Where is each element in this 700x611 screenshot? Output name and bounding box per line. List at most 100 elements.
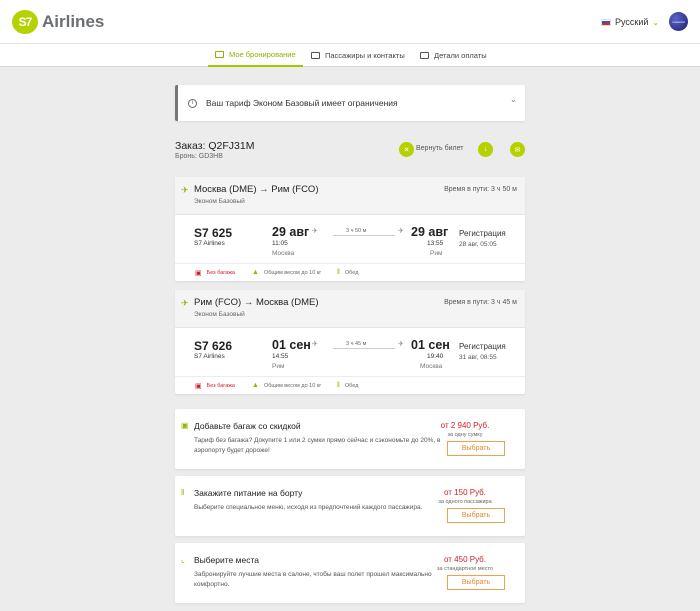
travel-time: Время в пути: 3 ч 45 м (444, 299, 517, 306)
flight-number: S7 626 (194, 339, 233, 353)
feature-label: Без багажа (206, 270, 235, 276)
takeoff-icon: ✈ (312, 228, 318, 235)
hand-luggage-icon: ▲ (252, 382, 259, 389)
flight-duration: 3 ч 50 м (346, 228, 367, 234)
seat-icon: ⌞ (181, 555, 185, 564)
info-icon: i (188, 98, 197, 108)
departure-date: 01 сен (272, 338, 311, 352)
feature-label: Общим весом до 10 кг (263, 382, 322, 389)
tab-my-booking[interactable]: Мое бронирование (208, 44, 303, 67)
feature-meal: ‖ Обед (337, 382, 358, 389)
flight-header: ✈ Рим (FCO) → Москва (DME) Эконом Базовы… (175, 290, 525, 328)
no-baggage-icon: ▣ (195, 383, 202, 390)
arrival-city: Рим (430, 250, 443, 257)
offer-description: Забронируйте лучшие места в салоне, чтоб… (194, 571, 432, 588)
offer-price-unit: за одну сумку (447, 432, 483, 438)
offer-title: Выберите места (194, 555, 259, 565)
tab-passengers[interactable]: Пассажиры и контакты (311, 44, 405, 67)
tab-label: Мое бронирование (229, 50, 296, 59)
feature-label: Общим весом до 10 кг (263, 269, 322, 276)
offer-meal: ‖ Закажите питание на борту Выберите спе… (175, 476, 525, 536)
id-card-icon (311, 52, 320, 59)
feature-no-baggage: ▣ Без багажа (195, 269, 235, 277)
s7-logo[interactable]: S7 Airlines (12, 10, 104, 34)
select-baggage-button[interactable]: Выбрать (447, 441, 505, 456)
meal-icon: ‖ (181, 488, 185, 497)
logo-text: Airlines (42, 12, 105, 31)
top-header: S7 Airlines Русский ⌄ oneworld (0, 0, 700, 44)
flight-features: ▣ Без багажа ▲ Общим весом до 10 кг ‖ Обед (175, 376, 525, 394)
tab-payment[interactable]: Детали оплаты (420, 44, 487, 67)
flight-number: S7 625 (194, 226, 233, 240)
fare-class: Эконом Базовый (194, 311, 245, 318)
offer-title: Закажите питание на борту (194, 488, 303, 498)
notice-text: Ваш тариф Эконом Базовый имеет ограничен… (206, 98, 398, 108)
registration-label: Регистрация (459, 229, 506, 238)
departure-city: Москва (272, 250, 295, 257)
refund-ticket-link[interactable]: Вернуть билет (416, 145, 464, 152)
russia-flag-icon (601, 18, 611, 26)
tab-label: Пассажиры и контакты (325, 51, 405, 60)
order-number: Заказ: Q2FJ31M (175, 140, 255, 152)
feature-no-baggage: ▣ Без багажа (195, 382, 235, 390)
offer-price: от 2 940 Руб. (440, 421, 490, 430)
suitcase-icon: ▣ (181, 421, 189, 430)
avatar-label: oneworld (672, 19, 685, 24)
language-selector[interactable]: Русский ⌄ (601, 17, 659, 27)
order-header: Заказ: Q2FJ31M Бронь: GD3HB ✕ Вернуть би… (175, 140, 525, 166)
offer-price-unit: за стандартное место (437, 566, 493, 572)
airline-name: S7 Airlines (194, 353, 225, 360)
takeoff-icon: ✈ (312, 341, 318, 348)
flight-features: ▣ Без багажа ▲ Общим весом до 10 кг ‖ Обед (175, 263, 525, 281)
no-baggage-icon: ▣ (195, 270, 202, 277)
booking-tabs: Мое бронирование Пассажиры и контакты Де… (0, 44, 700, 67)
feature-label: Обед (344, 382, 359, 389)
booking-code: Бронь: GD3HB (175, 153, 223, 160)
arrival-date: 29 авг (411, 225, 449, 239)
flight-card: ✈ Москва (DME) → Рим (FCO) Эконом Базовы… (175, 177, 525, 281)
landing-icon: ✈ (398, 228, 404, 235)
feature-hand-luggage: ▲ Общим весом до 10 кг (252, 269, 321, 276)
flight-route: Москва (DME) → Рим (FCO) (194, 184, 319, 195)
select-seat-button[interactable]: Выбрать (447, 575, 505, 590)
flight-header: ✈ Москва (DME) → Рим (FCO) Эконом Базовы… (175, 177, 525, 215)
credit-card-icon (420, 52, 429, 59)
fare-class: Эконом Базовый (194, 198, 245, 205)
registration-datetime: 28 авг, 05:05 (459, 241, 497, 248)
landing-icon: ✈ (398, 341, 404, 348)
offer-baggage: ▣ Добавьте багаж со скидкой Тариф без ба… (175, 409, 525, 469)
oneworld-badge[interactable]: oneworld (669, 12, 688, 31)
flight-route: Рим (FCO) → Москва (DME) (194, 297, 319, 308)
meal-icon: ‖ (337, 382, 340, 389)
route-line (333, 348, 395, 349)
departure-time: 14:55 (272, 353, 289, 360)
offer-price-unit: за одного пассажира (438, 499, 492, 505)
offer-price: от 150 Руб. (444, 488, 486, 497)
departure-time: 11:05 (272, 240, 288, 247)
offer-description: Тариф без багажа? Докупите 1 или 2 сумки… (194, 437, 441, 454)
arrival-city: Москва (420, 363, 443, 370)
departure-city: Рим (272, 363, 285, 370)
feature-hand-luggage: ▲ Общим весом до 10 кг (252, 382, 321, 389)
download-icon[interactable]: ↓ (478, 142, 493, 157)
departure-plane-icon: ✈ (181, 185, 189, 195)
fare-restrictions-notice[interactable]: i Ваш тариф Эконом Базовый имеет огранич… (175, 85, 525, 121)
flight-card: ✈ Рим (FCO) → Москва (DME) Эконом Базовы… (175, 290, 525, 394)
tab-label: Детали оплаты (434, 51, 487, 60)
feature-meal: ‖ Обед (337, 269, 358, 276)
offer-title: Добавьте багаж со скидкой (194, 421, 301, 431)
refund-icon[interactable]: ✕ (399, 142, 414, 157)
chevron-down-icon[interactable]: ⌄ (510, 95, 517, 104)
offer-price: от 450 Руб. (444, 555, 486, 564)
registration-label: Регистрация (459, 342, 506, 351)
departure-date: 29 авг (272, 225, 310, 239)
hand-luggage-icon: ▲ (252, 269, 259, 276)
email-icon[interactable]: ✉ (510, 142, 525, 157)
flight-duration: 3 ч 45 м (346, 341, 367, 347)
logo-mark: S7 (12, 10, 38, 34)
return-plane-icon: ✈ (181, 298, 189, 308)
select-meal-button[interactable]: Выбрать (447, 508, 505, 523)
ticket-icon (215, 51, 224, 58)
travel-time: Время в пути: 3 ч 50 м (444, 186, 517, 193)
chevron-down-icon: ⌄ (652, 17, 660, 27)
